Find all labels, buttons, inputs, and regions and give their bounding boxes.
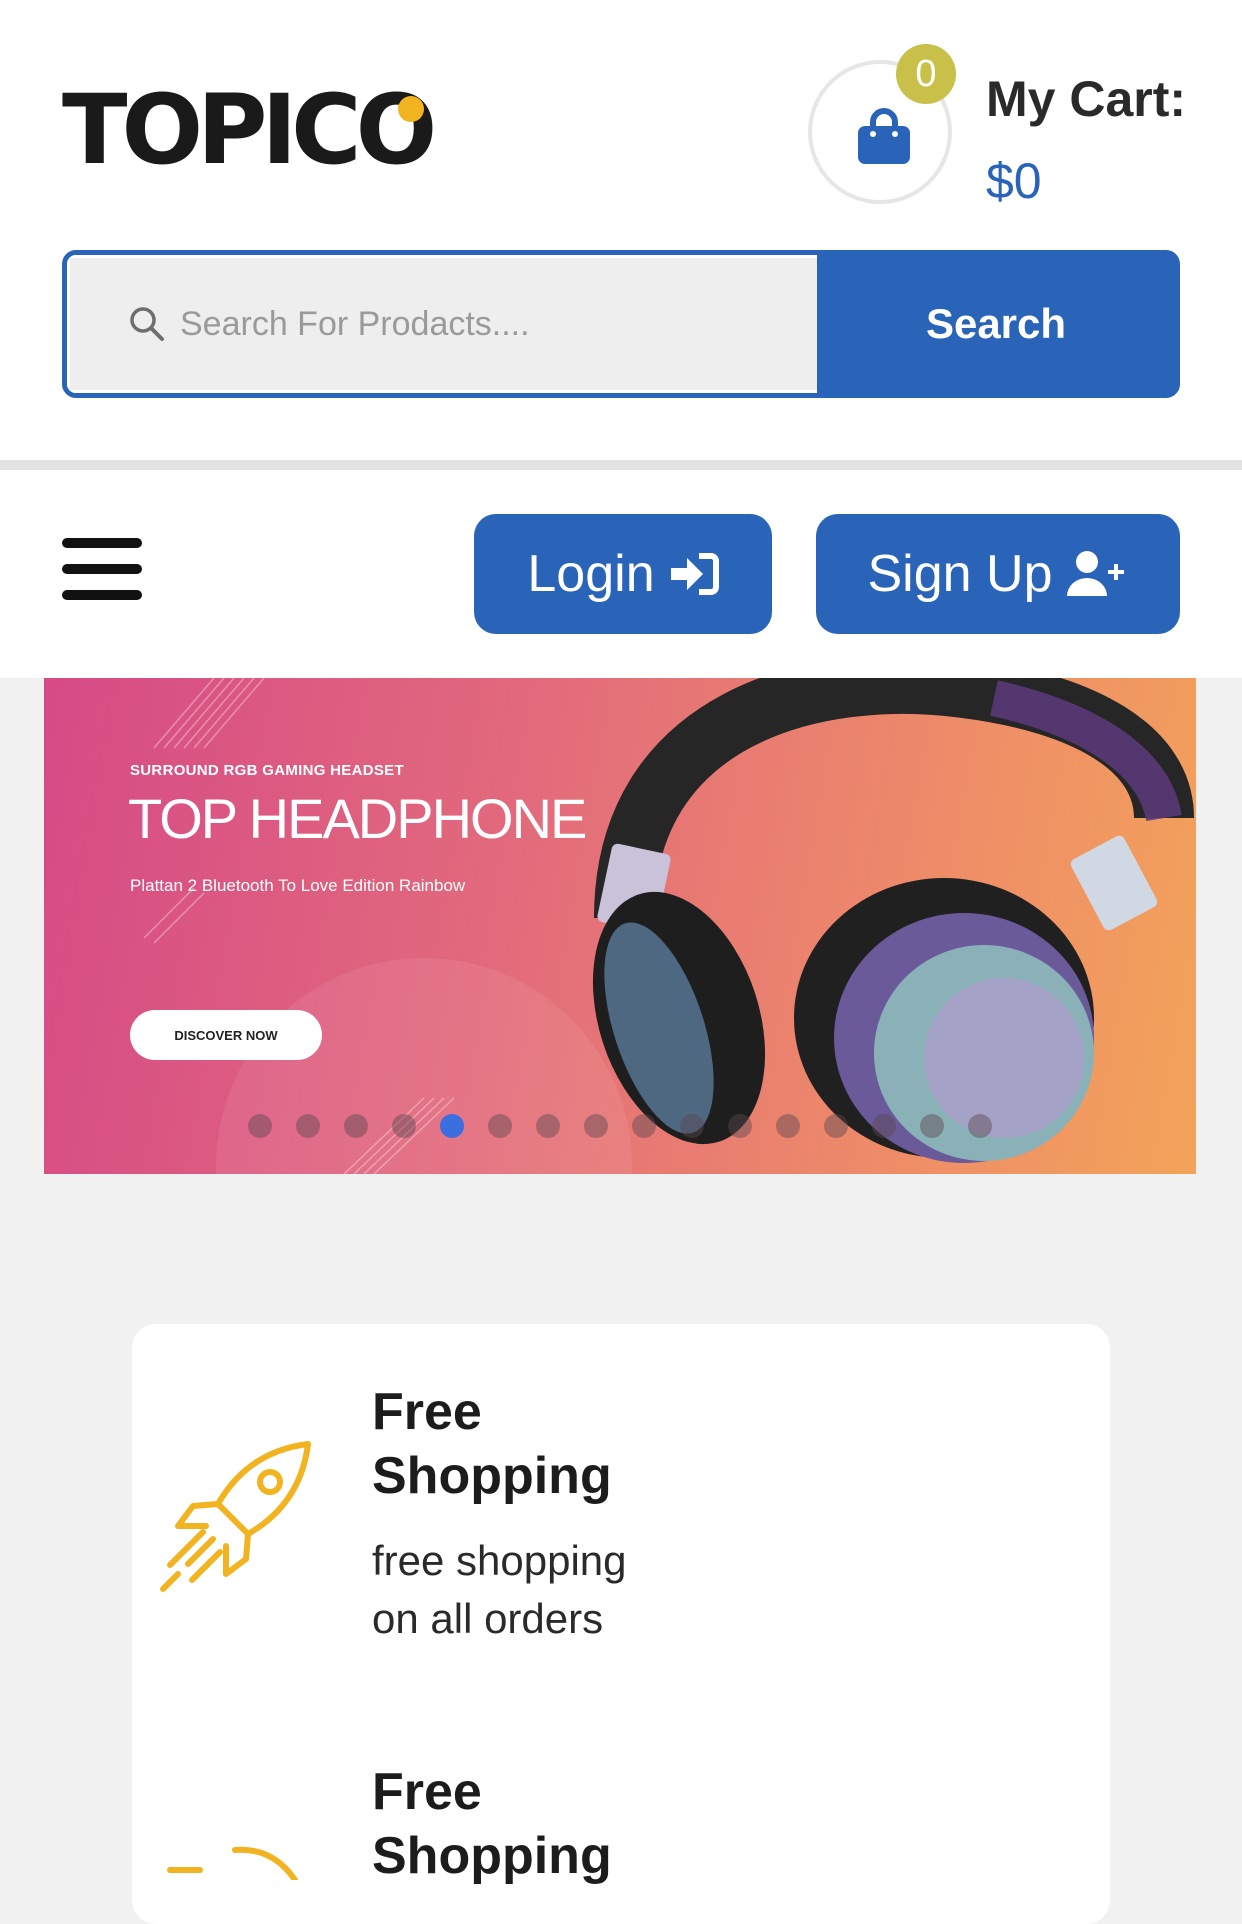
signup-label: Sign Up <box>867 545 1053 603</box>
carousel-dot[interactable] <box>344 1114 368 1138</box>
login-button[interactable]: Login <box>474 514 772 634</box>
carousel-dot[interactable] <box>296 1114 320 1138</box>
feature-title-line2: Shopping <box>372 1827 612 1885</box>
feature-item: Free Shopping <box>132 1704 1110 1924</box>
search-icon <box>130 307 164 341</box>
carousel-dot[interactable] <box>920 1114 944 1138</box>
feature-desc-line2: on all orders <box>372 1595 604 1642</box>
carousel-dot[interactable] <box>680 1114 704 1138</box>
logo-text: TOPICO <box>62 74 437 186</box>
feature-title-line1: Free <box>372 1763 482 1821</box>
banner-subtitle: SURROUND RGB GAMING HEADSET <box>130 762 404 779</box>
discover-now-button[interactable]: DISCOVER NOW <box>130 1010 322 1060</box>
search-input[interactable] <box>178 303 742 345</box>
logo[interactable]: TOPICO <box>62 74 437 186</box>
nav-bar: Login Sign Up <box>0 470 1242 678</box>
carousel-dot[interactable] <box>776 1114 800 1138</box>
features-card: Free Shopping free shopping on all order… <box>132 1324 1110 1924</box>
signup-button[interactable]: Sign Up <box>816 514 1180 634</box>
carousel-dot[interactable] <box>632 1114 656 1138</box>
carousel-dot[interactable] <box>536 1114 560 1138</box>
cart-count-badge: 0 <box>896 44 956 104</box>
hero-banner[interactable]: SURROUND RGB GAMING HEADSET TOP HEADPHON… <box>44 678 1196 1174</box>
banner-description: Plattan 2 Bluetooth To Love Edition Rain… <box>130 876 466 895</box>
header-divider <box>0 460 1242 470</box>
feature-icon <box>167 1846 298 1880</box>
shopping-bag-icon <box>858 108 910 164</box>
carousel-dot[interactable] <box>248 1114 272 1138</box>
search-field-wrap <box>67 255 817 393</box>
feature-desc-line1: free shopping <box>372 1537 627 1584</box>
carousel-dot[interactable] <box>728 1114 752 1138</box>
carousel-dot[interactable] <box>968 1114 992 1138</box>
search-bar: Search <box>62 250 1180 398</box>
sign-in-icon <box>670 553 719 595</box>
carousel-dot[interactable] <box>488 1114 512 1138</box>
menu-icon[interactable] <box>62 538 142 606</box>
carousel-dot[interactable] <box>872 1114 896 1138</box>
carousel-dot[interactable] <box>392 1114 416 1138</box>
carousel-dot[interactable] <box>824 1114 848 1138</box>
feature-title-line2: Shopping <box>372 1447 612 1505</box>
search-button[interactable]: Search <box>817 255 1175 393</box>
feature-title-line1: Free <box>372 1383 482 1441</box>
rocket-icon <box>160 1441 311 1592</box>
cart-amount: $0 <box>986 153 1042 209</box>
site-header: TOPICO 0 My Cart: $0 Search <box>0 0 1242 460</box>
login-label: Login <box>527 545 655 603</box>
cart-title: My Cart: <box>986 71 1187 127</box>
carousel-dots <box>248 1114 1016 1138</box>
add-user-icon <box>1066 551 1124 596</box>
banner-title: TOP HEADPHONE <box>128 787 587 850</box>
carousel-dot[interactable] <box>440 1114 464 1138</box>
carousel-dot[interactable] <box>584 1114 608 1138</box>
feature-item: Free Shopping free shopping on all order… <box>132 1324 1110 1704</box>
logo-dot <box>398 96 424 122</box>
headphone-image <box>592 678 1194 1163</box>
